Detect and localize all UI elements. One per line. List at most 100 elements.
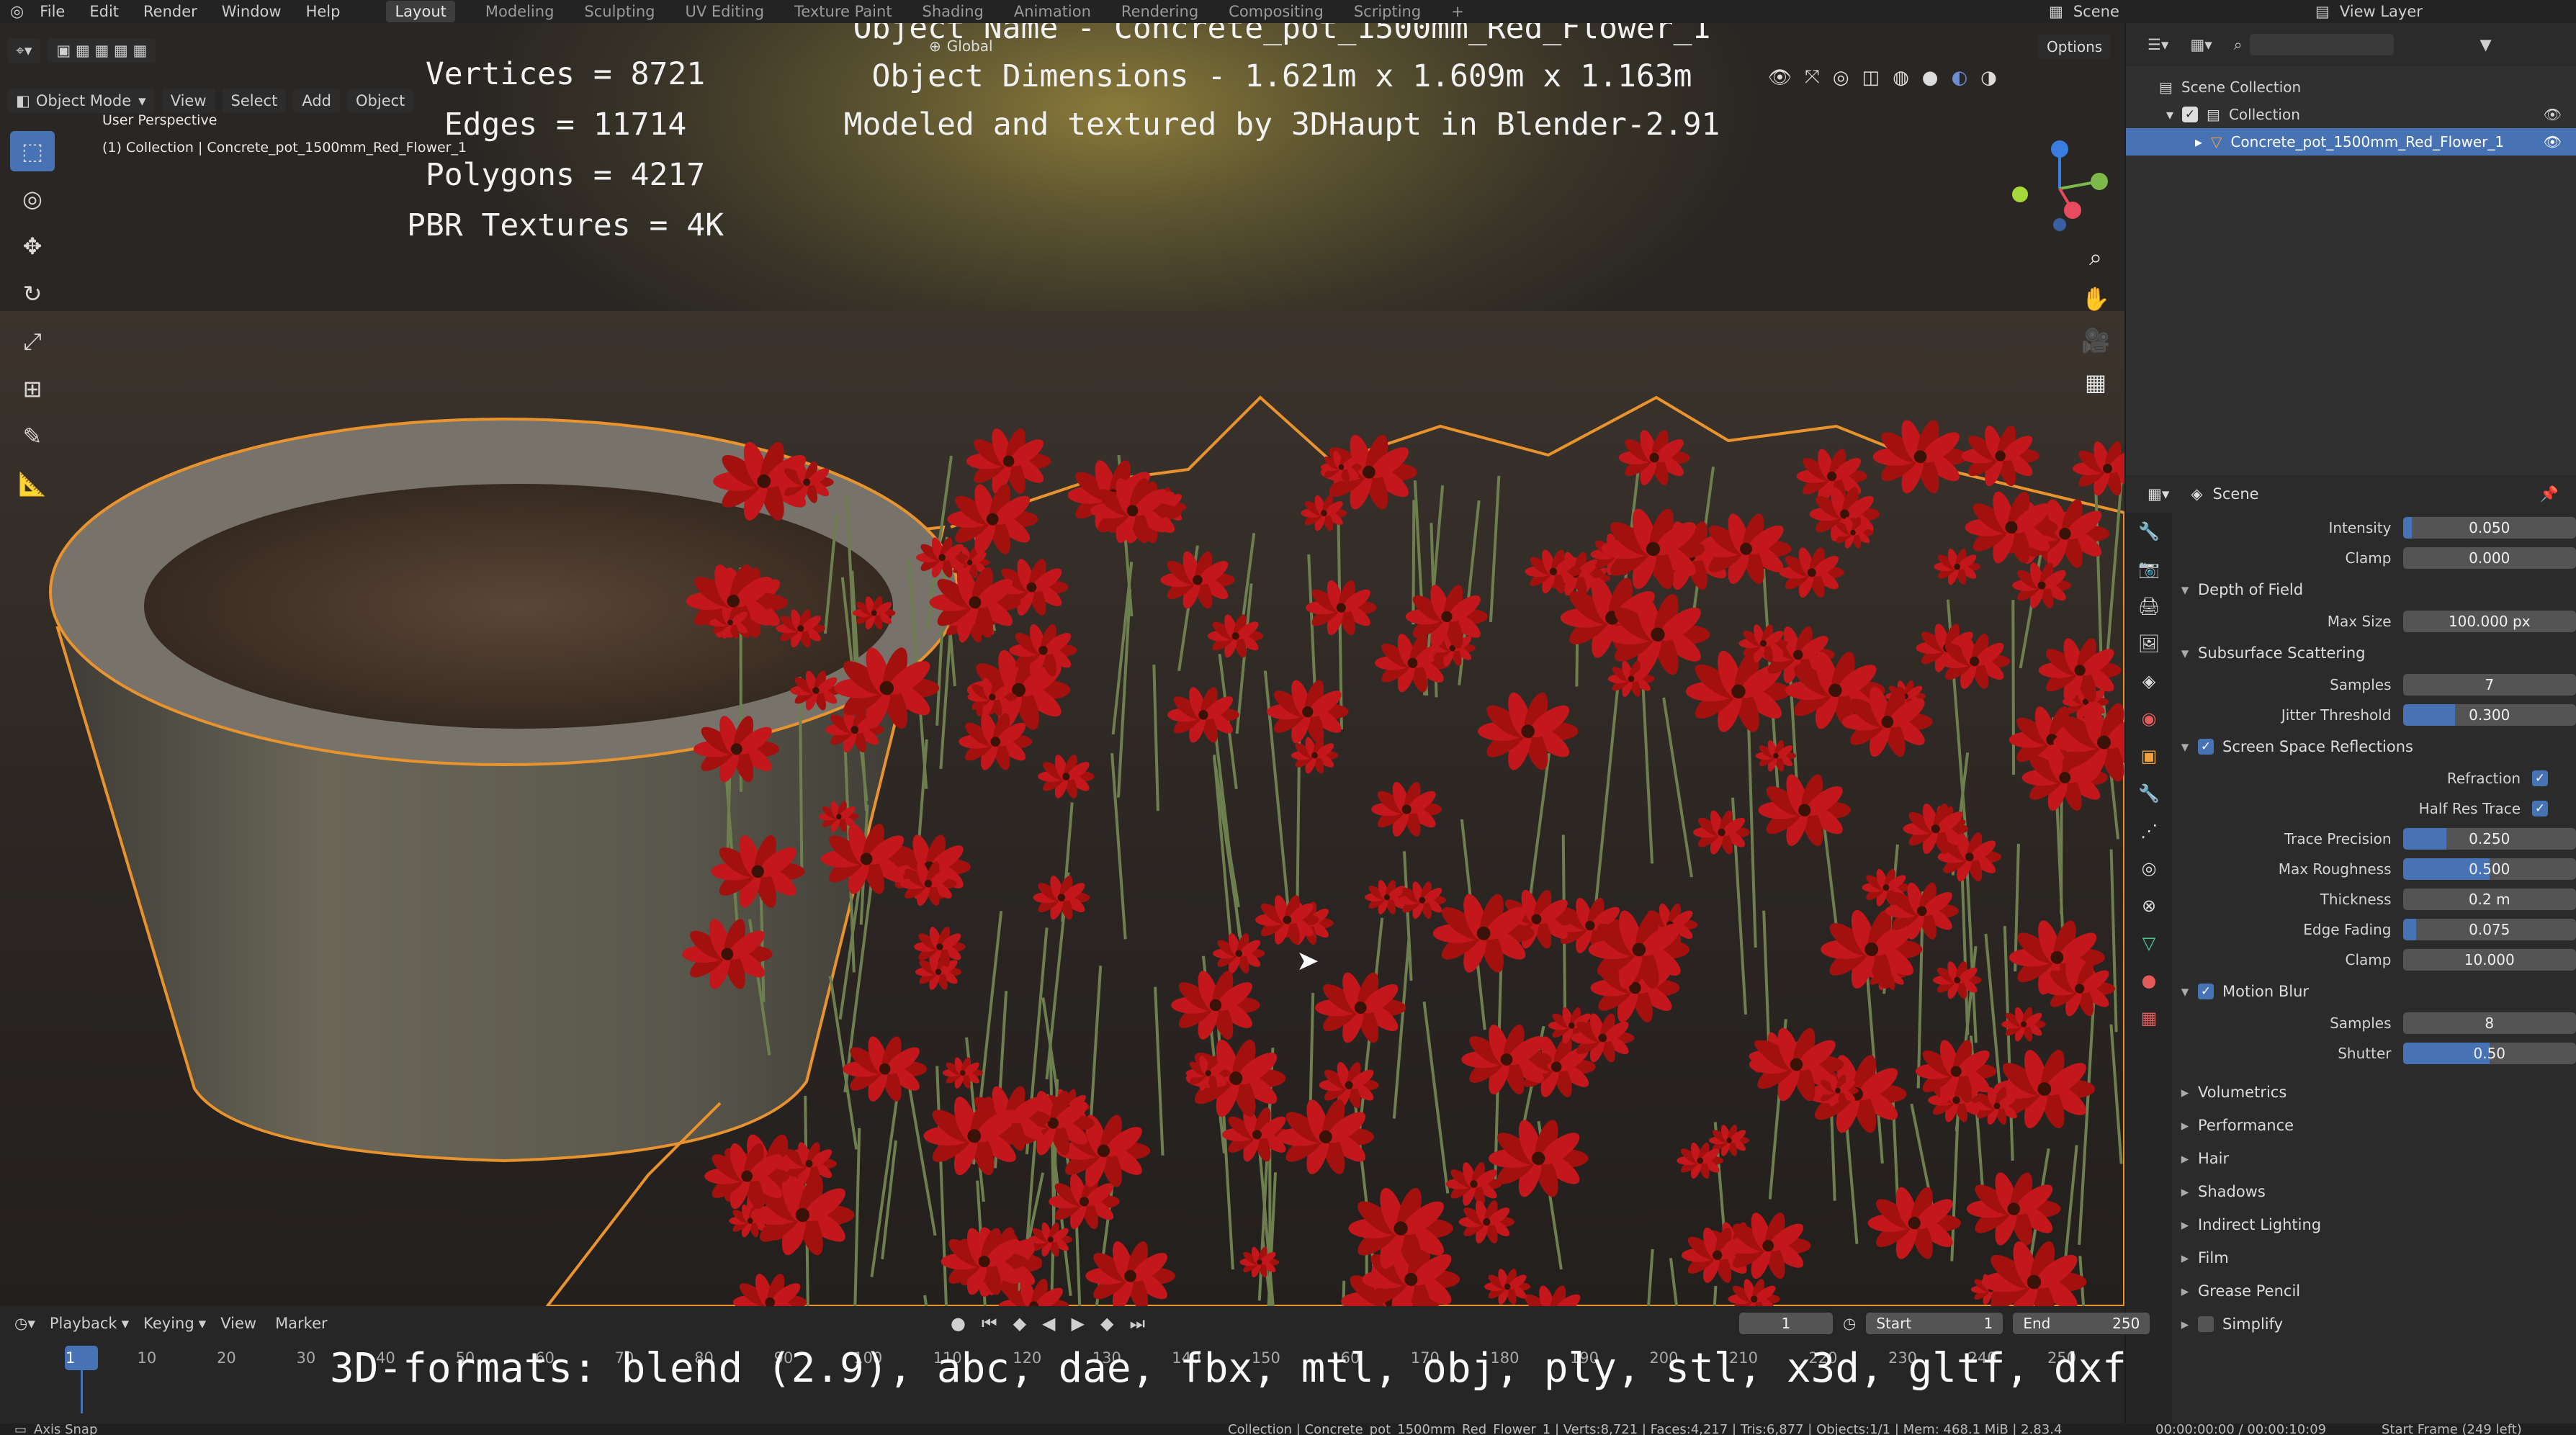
tab-animation[interactable]: Animation [1014, 3, 1091, 20]
mb-samples-field[interactable]: 8 [2402, 1012, 2576, 1034]
view-layer-selector[interactable]: ▤ View Layer [2315, 3, 2423, 20]
scene-selector[interactable]: ▦ Scene [2049, 3, 2119, 20]
properties-type-icon[interactable]: ▦▾ [2148, 485, 2169, 503]
exclude-checkbox[interactable]: ✓ [2182, 107, 2199, 122]
section-collapsed[interactable]: ▸ Grease Pencil [2172, 1274, 2576, 1308]
particles-tab-icon[interactable]: ⋰ [2126, 812, 2172, 850]
tab-modeling[interactable]: Modeling [485, 3, 555, 20]
tab-shading[interactable]: Shading [923, 3, 984, 20]
tab-rendering[interactable]: Rendering [1121, 3, 1198, 20]
eye-icon[interactable]: 👁 [2544, 133, 2562, 150]
data-tab-icon[interactable]: ▽ [2126, 925, 2172, 962]
visibility-icon[interactable]: 👁 [1768, 67, 1792, 89]
constraints-tab-icon[interactable]: ⊗ [2126, 887, 2172, 925]
eye-icon[interactable]: 👁 [2544, 106, 2562, 123]
output-tab-icon[interactable]: 🖨 [2126, 588, 2172, 625]
section-collapsed[interactable]: ▸ Film [2172, 1241, 2576, 1274]
section-screen-space-reflections[interactable]: ▾ ✓ Screen Space Reflections [2172, 730, 2576, 763]
section-motion-blur[interactable]: ▾ ✓ Motion Blur [2172, 975, 2576, 1008]
cursor-tool-icon[interactable]: ◎ [10, 179, 55, 219]
material-shading-icon[interactable]: ◐ [1951, 67, 1967, 89]
intensity-field[interactable]: 0.050 [2402, 517, 2576, 539]
grid-view-icon[interactable]: ▦ [2078, 364, 2114, 400]
menu-render[interactable]: Render [143, 3, 197, 20]
ssr-value-field[interactable]: 0.2 m [2402, 889, 2576, 910]
navigation-gizmo[interactable] [1988, 109, 2117, 246]
max-size-field[interactable]: 100.000 px [2402, 611, 2576, 632]
ssr-value-field[interactable]: 0.075 [2402, 919, 2576, 940]
tool-tab-icon[interactable]: 🔧 [2126, 513, 2172, 550]
jitter-threshold-field[interactable]: 0.300 [2402, 704, 2576, 726]
editor-type-icon[interactable]: ⌖▾ [7, 37, 41, 63]
blender-logo-icon[interactable]: ◎ [10, 3, 24, 21]
view-layer-tab-icon[interactable]: 🖼 [2126, 625, 2172, 662]
overlays-icon[interactable]: ◎ [1833, 67, 1849, 89]
outliner-row-object[interactable]: ▸ ▽ Concrete_pot_1500mm_Red_Flower_1 👁 [2126, 128, 2576, 156]
texture-tab-icon[interactable]: ▦ [2126, 999, 2172, 1037]
rendered-shading-icon[interactable]: ◑ [1980, 67, 1997, 89]
tab-compositing[interactable]: Compositing [1229, 3, 1324, 20]
tab-sculpting[interactable]: Sculpting [584, 3, 655, 20]
menu-help[interactable]: Help [306, 3, 341, 20]
simplify-checkbox[interactable] [2198, 1316, 2214, 1332]
outliner-display-icon[interactable]: ☰▾ [2148, 36, 2168, 53]
section-collapsed[interactable]: ▸ Hair [2172, 1142, 2576, 1175]
section-collapsed[interactable]: ▸ Shadows [2172, 1175, 2576, 1208]
section-collapsed[interactable]: ▸ Simplify [2172, 1308, 2576, 1341]
options-dropdown[interactable]: Options [2038, 35, 2111, 59]
ssr-value-field[interactable]: 0.500 [2402, 858, 2576, 880]
camera-icon[interactable]: 🎥 [2078, 323, 2114, 359]
section-collapsed[interactable]: ▸ Volumetrics [2172, 1076, 2576, 1109]
pan-hand-icon[interactable]: ✋ [2078, 281, 2114, 317]
outliner-row-scene-collection[interactable]: ▤ Scene Collection [2126, 73, 2576, 101]
pin-icon[interactable]: 📌 [2540, 485, 2559, 503]
3d-viewport[interactable]: ⌖▾ ▣ ▦ ▦ ▦ ▦ ◧ Object Mode ▾ View Select A… [0, 23, 2124, 1306]
menu-window[interactable]: Window [222, 3, 282, 20]
physics-tab-icon[interactable]: ◎ [2126, 850, 2172, 887]
half-res-trace-checkbox[interactable]: ✓ [2532, 801, 2548, 817]
wireframe-shading-icon[interactable]: ◍ [1893, 67, 1909, 89]
menu-edit[interactable]: Edit [89, 3, 119, 20]
xray-icon[interactable]: ◫ [1862, 67, 1880, 89]
select-box-tool-icon[interactable]: ⬚ [10, 131, 55, 171]
scale-tool-icon[interactable]: ⤢ [10, 321, 55, 361]
tab-uv-editing[interactable]: UV Editing [685, 3, 764, 20]
select-mode-icon[interactable]: ▣ ▦ ▦ ▦ ▦ [48, 38, 156, 63]
section-depth-of-field[interactable]: ▾ Depth of Field [2172, 573, 2576, 606]
motion-blur-checkbox[interactable]: ✓ [2198, 984, 2214, 999]
scene-tab-icon[interactable]: ◈ [2126, 662, 2172, 700]
annotate-tool-icon[interactable]: ✎ [10, 416, 55, 456]
ssr-value-field[interactable]: 10.000 [2402, 949, 2576, 971]
section-subsurface-scattering[interactable]: ▾ Subsurface Scattering [2172, 636, 2576, 670]
rotate-tool-icon[interactable]: ↻ [10, 274, 55, 314]
ssr-checkbox[interactable]: ✓ [2198, 739, 2214, 755]
tab-layout[interactable]: Layout [386, 1, 455, 22]
filter-view-icon[interactable]: ▦▾ [2190, 36, 2212, 53]
render-tab-icon[interactable]: 📷 [2126, 550, 2172, 588]
outliner-row-collection[interactable]: ▾ ✓ ▤ Collection 👁 [2126, 101, 2576, 128]
move-tool-icon[interactable]: ✥ [10, 226, 55, 266]
object-tab-icon[interactable]: ▣ [2126, 737, 2172, 775]
material-tab-icon[interactable]: ● [2126, 962, 2172, 999]
world-tab-icon[interactable]: ◉ [2126, 700, 2172, 737]
measure-tool-icon[interactable]: 📐 [10, 464, 55, 504]
section-collapsed[interactable]: ▸ Indirect Lighting [2172, 1208, 2576, 1241]
expand-icon[interactable]: ▸ [2195, 133, 2202, 150]
tab-scripting[interactable]: Scripting [1354, 3, 1421, 20]
sss-samples-field[interactable]: 7 [2402, 674, 2576, 696]
gizmo-icon[interactable]: ⤧ [1805, 66, 1820, 89]
add-workspace-icon[interactable]: + [1451, 3, 1464, 20]
filter-icon[interactable]: ▼ [2480, 36, 2492, 53]
refraction-checkbox[interactable]: ✓ [2532, 770, 2548, 786]
outliner-search-input[interactable] [2249, 34, 2394, 55]
transform-tool-icon[interactable]: ⊞ [10, 369, 55, 409]
search-icon[interactable]: ⌕ [2234, 36, 2243, 54]
modifier-tab-icon[interactable]: 🔧 [2126, 775, 2172, 812]
ssr-value-field[interactable]: 0.250 [2402, 828, 2576, 850]
solid-shading-icon[interactable]: ● [1922, 67, 1939, 89]
shutter-field[interactable]: 0.50 [2402, 1043, 2576, 1064]
clamp-field[interactable]: 0.000 [2402, 547, 2576, 569]
tab-texture-paint[interactable]: Texture Paint [794, 3, 892, 20]
section-collapsed[interactable]: ▸ Performance [2172, 1109, 2576, 1142]
menu-file[interactable]: File [40, 3, 65, 20]
